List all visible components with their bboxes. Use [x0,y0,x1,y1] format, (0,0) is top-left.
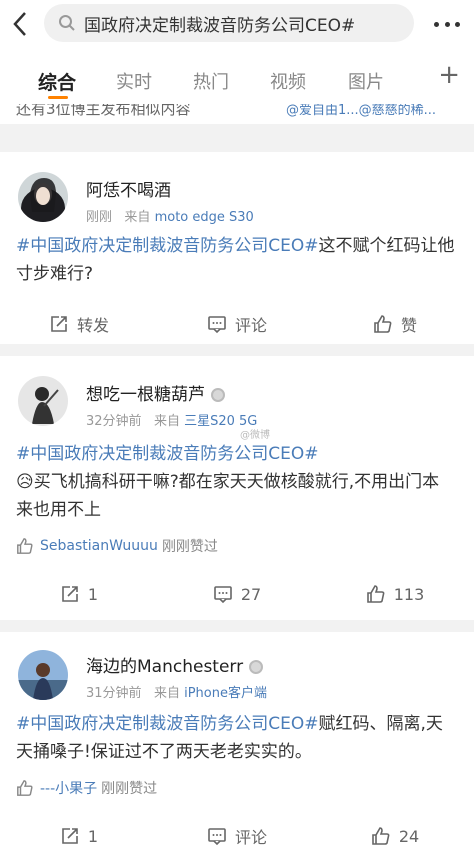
hashtag-link[interactable]: #中国政府决定制裁波音防务公司CEO# [16,236,318,256]
search-icon [59,15,75,31]
weibo-watermark: @微博 [240,430,270,441]
comment-icon [214,586,232,604]
back-button[interactable] [0,0,40,48]
comment-button[interactable]: 评论 [158,812,316,860]
repost-button[interactable]: 转发 [0,300,158,348]
comment-label: 评论 [234,828,267,847]
post-time: 32分钟前 [86,414,142,429]
post-content: 买飞机搞科研干嘛?都在家天天做核酸就行,不用出门本来也用不上 [16,472,440,520]
repost-icon [51,316,67,332]
repost-count: 1 [87,584,99,604]
comment-icon [208,316,226,334]
tab-active-indicator [48,96,68,99]
user-name-text: 想吃一根糖葫芦 [86,385,205,405]
more-dot-icon [434,21,439,27]
more-button[interactable] [434,12,460,36]
post-from-label: 来自 [124,210,151,225]
avatar[interactable] [18,650,68,700]
add-tab-icon[interactable]: + [438,60,460,90]
avatar[interactable] [18,376,68,426]
post-actions: 转发 评论 赞 [0,300,474,348]
repost-button[interactable]: 1 [0,570,158,618]
comment-icon [208,828,226,846]
repost-count: 1 [87,826,99,846]
post-text: #中国政府决定制裁波音防务公司CEO#这不赋个红码让他寸步难行? [16,232,456,288]
post-meta: 32分钟前 来自 三星S20 5G [86,410,257,429]
repost-icon [62,586,78,602]
post-text: #中国政府决定制裁波音防务公司CEO#赋红码、隔离,天天捅嗓子!保证过不了两天老… [16,710,456,766]
more-dot-icon [455,21,460,27]
repost-icon [62,828,78,844]
similar-content-bar[interactable]: 还有3位博主发布相似内容 @爱自由1...@慈慈的稀... [0,104,474,124]
liked-by-user[interactable]: SebastianWuuuu [40,538,158,554]
comment-button[interactable]: 27 [158,570,316,618]
repost-label: 转发 [76,316,109,335]
like-button[interactable]: 113 [316,570,474,618]
tab-bar: 综合 实时 热门 视频 图片 + [0,48,474,104]
liked-by-suffix: 刚刚赞过 [101,781,158,797]
user-name[interactable]: 阿恁不喝酒 [86,176,171,201]
chevron-left-icon [13,12,26,36]
tab-realtime[interactable]: 实时 [116,68,152,94]
user-name[interactable]: 海边的Manchesterr [86,652,264,677]
post-card: 海边的Manchesterr 31分钟前 来自 iPhone客户端 #中国政府决… [0,632,474,864]
post-text: #中国政府决定制裁波音防务公司CEO# 😥买飞机搞科研干嘛?都在家天天做核酸就行,… [16,440,456,524]
user-level-badge-icon [249,660,264,674]
emoji-icon: 😥 [16,472,34,492]
user-name[interactable]: 想吃一根糖葫芦 [86,380,225,405]
post-time: 31分钟前 [86,686,142,701]
liked-by-suffix: 刚刚赞过 [161,539,218,555]
avatar-image [18,650,68,700]
comment-button[interactable]: 评论 [158,300,316,348]
hashtag-link[interactable]: #中国政府决定制裁波音防务公司CEO# [16,444,318,464]
search-input[interactable]: 国政府决定制裁波音防务公司CEO# [44,4,414,42]
avatar-image [18,172,68,222]
tab-hot[interactable]: 热门 [193,68,229,94]
user-level-badge-icon [211,388,225,402]
post-time: 刚刚 [86,210,113,225]
post-actions: 1 评论 24 [0,812,474,860]
like-count: 113 [393,584,425,604]
thumbs-up-icon [374,315,392,333]
more-dot-icon [444,21,450,27]
top-bar: 国政府决定制裁波音防务公司CEO# [0,0,474,48]
post-from-label: 来自 [153,414,180,429]
comment-label: 评论 [234,316,267,335]
avatar-image [18,376,68,426]
comment-count: 27 [240,584,262,604]
similar-content-users: @爱自由1...@慈慈的稀... [286,104,437,118]
thumbs-up-icon [366,585,385,603]
post-source[interactable]: iPhone客户端 [184,686,267,701]
post-meta: 刚刚 来自 moto edge S30 [86,206,254,225]
repost-button[interactable]: 1 [0,812,158,860]
liked-by-user[interactable]: ---小果子 [40,778,97,798]
like-button[interactable]: 赞 [316,300,474,348]
thumbs-up-icon [17,780,33,796]
tab-all[interactable]: 综合 [38,68,76,95]
tab-video[interactable]: 视频 [270,68,306,94]
avatar[interactable] [18,172,68,222]
post-from-label: 来自 [153,686,180,701]
like-button[interactable]: 24 [316,812,474,860]
liked-by-row: ---小果子 刚刚赞过 [16,778,157,798]
post-card: 阿恁不喝酒 刚刚 来自 moto edge S30 #中国政府决定制裁波音防务公… [0,152,474,344]
hashtag-link[interactable]: #中国政府决定制裁波音防务公司CEO# [16,714,318,734]
like-label: 赞 [400,316,417,335]
tab-image[interactable]: 图片 [348,68,384,94]
post-card: 想吃一根糖葫芦 32分钟前 来自 三星S20 5G @微博 #中国政府决定制裁波… [0,356,474,620]
liked-by-row: SebastianWuuuu 刚刚赞过 [16,536,218,556]
post-meta: 31分钟前 来自 iPhone客户端 [86,682,267,701]
post-actions: 1 27 113 [0,570,474,618]
like-count: 24 [398,826,420,846]
search-query: 国政府决定制裁波音防务公司CEO# [84,15,356,36]
user-name-text: 海边的Manchesterr [86,657,244,677]
similar-content-text: 还有3位博主发布相似内容 [16,104,191,118]
thumbs-up-icon [17,538,33,554]
post-source[interactable]: moto edge S30 [155,210,254,225]
thumbs-up-icon [372,827,390,845]
